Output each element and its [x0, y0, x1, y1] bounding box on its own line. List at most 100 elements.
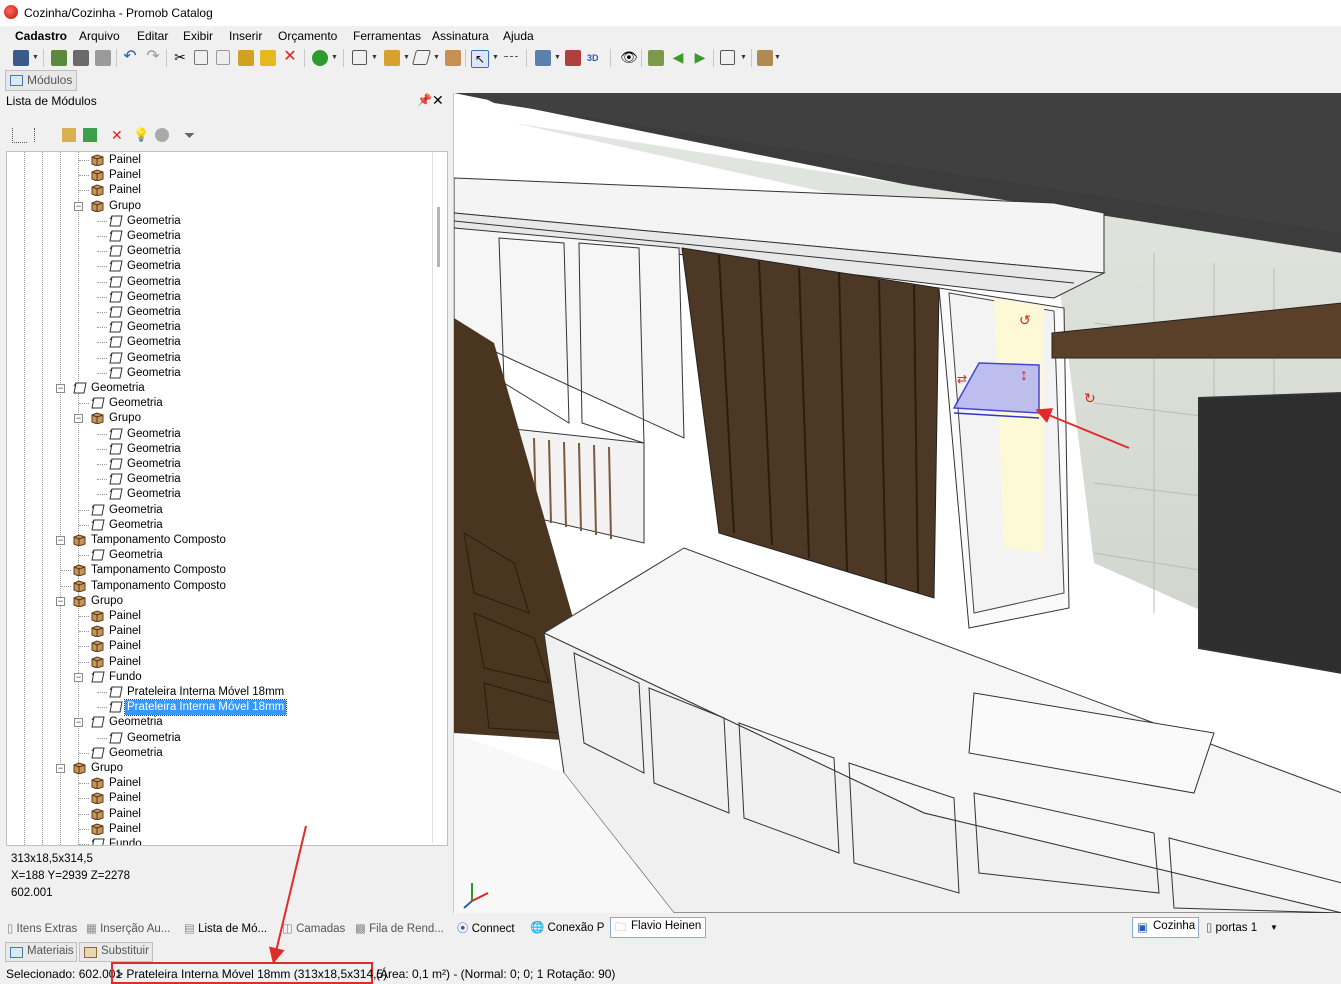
remove-icon[interactable]: ✕ — [111, 128, 125, 142]
tree-item[interactable]: Geometria — [7, 351, 432, 366]
tab-substituir[interactable]: Substituir — [79, 942, 153, 962]
menu-ferramentas[interactable]: Ferramentas — [353, 29, 421, 43]
tab-itens-extras[interactable]: ▯ Itens Extras — [7, 921, 77, 935]
tree-item[interactable]: − Grupo — [7, 199, 432, 214]
tree-item[interactable]: Tamponamento Composto — [7, 563, 432, 578]
tree-item[interactable]: Geometria — [7, 487, 432, 502]
tree-item[interactable]: − Grupo — [7, 761, 432, 776]
delete-icon[interactable]: ✕ — [282, 49, 298, 66]
tree-collapse-toggle-icon[interactable]: − — [56, 596, 65, 606]
chevron-down-icon[interactable]: ▼ — [433, 54, 440, 61]
module-tree[interactable]: Painel Painel Painel − Grupo Geometria Geometr… — [6, 151, 448, 846]
move-handle-icon[interactable]: ⇄ — [957, 372, 967, 386]
kitchen-3d-scene[interactable]: ↕ ⇄ ↻ ↺ — [454, 93, 1341, 913]
tree-item[interactable]: Geometria — [7, 335, 432, 350]
insert-module-icon[interactable] — [352, 50, 367, 65]
tree-item[interactable]: Geometria — [7, 442, 432, 457]
tree-item[interactable]: Fundo — [7, 837, 432, 845]
redo-icon[interactable]: ↷ — [145, 49, 161, 66]
tree-item[interactable]: Painel — [7, 807, 432, 822]
camera-icon[interactable] — [648, 50, 664, 66]
hammer-icon[interactable] — [238, 50, 254, 66]
view-mode-icon[interactable] — [720, 50, 735, 65]
tree-item[interactable]: Geometria — [7, 290, 432, 305]
chevron-down-icon[interactable]: ▼ — [554, 54, 561, 61]
tree-collapse-toggle-icon[interactable]: − — [56, 764, 65, 773]
tree-item[interactable]: Geometria — [7, 472, 432, 487]
chevron-down-icon[interactable]: ▼ — [371, 54, 378, 61]
menu-orcamento[interactable]: Orçamento — [278, 29, 337, 43]
tree-collapse-icon[interactable] — [34, 128, 49, 142]
cube-icon[interactable] — [757, 50, 773, 66]
undo-icon[interactable]: ↶ — [122, 49, 138, 66]
3d-viewport[interactable]: ↕ ⇄ ↻ ↺ — [453, 93, 1341, 913]
chevron-down-icon[interactable]: ▼ — [32, 54, 39, 61]
menu-ajuda[interactable]: Ajuda — [503, 29, 534, 43]
cut-icon[interactable]: ✂ — [172, 50, 188, 66]
3d-view-icon[interactable]: 3D — [587, 50, 603, 66]
modules-tab[interactable]: Módulos — [5, 70, 77, 91]
tree-item[interactable]: − Tamponamento Composto — [7, 533, 432, 548]
tree-item[interactable]: Geometria — [7, 366, 432, 381]
tab-conexao[interactable]: 🌐 Conexão P — [530, 920, 604, 934]
tab-flavio-heinen[interactable]: 🗀 Flavio Heinen — [610, 917, 706, 938]
menu-exibir[interactable]: Exibir — [183, 29, 213, 43]
tree-item[interactable]: Painel — [7, 791, 432, 806]
tree-item[interactable]: Painel — [7, 609, 432, 624]
paint-icon[interactable] — [260, 50, 276, 66]
tree-item[interactable]: Painel — [7, 153, 432, 168]
menu-cadastro[interactable]: Cadastro — [15, 29, 67, 43]
tree-item[interactable]: − Geometria — [7, 381, 432, 396]
tree-item[interactable]: Painel — [7, 624, 432, 639]
tree-collapse-toggle-icon[interactable]: − — [74, 414, 83, 424]
arrow-right-icon[interactable]: ▶ — [692, 50, 708, 66]
tree-item[interactable]: Painel — [7, 639, 432, 654]
tree-item[interactable]: Geometria — [7, 503, 432, 518]
bulb-icon[interactable]: 💡 — [133, 128, 149, 142]
rotate-top-handle-icon[interactable]: ↺ — [1019, 312, 1031, 328]
menu-arquivo[interactable]: Arquivo — [79, 29, 120, 43]
save-icon[interactable] — [13, 50, 29, 66]
tree-item[interactable]: Geometria — [7, 244, 432, 259]
resize-handle-icon[interactable]: ↕ — [1020, 367, 1028, 384]
tree-collapse-toggle-icon[interactable]: − — [56, 536, 65, 545]
tree-expand-icon[interactable] — [12, 128, 27, 143]
rotate-handle-icon[interactable]: ↻ — [1084, 390, 1096, 406]
door-icon[interactable] — [445, 50, 461, 66]
chevron-down-icon[interactable]: ▼ — [492, 54, 499, 61]
refresh-icon[interactable] — [83, 128, 97, 142]
arrow-left-icon[interactable]: ◀ — [670, 50, 686, 66]
tree-item[interactable]: Geometria — [7, 548, 432, 563]
tab-insercao[interactable]: ▦ Inserção Au... — [86, 921, 170, 935]
tab-portas[interactable]: ▯ portas 1 — [1206, 920, 1257, 934]
paste-icon[interactable] — [216, 50, 230, 65]
chevron-down-icon[interactable]: ▼ — [774, 54, 781, 61]
tree-item[interactable]: Geometria — [7, 275, 432, 290]
close-icon[interactable]: ✕ — [432, 92, 444, 109]
tree-item[interactable]: Painel — [7, 183, 432, 198]
tab-connect[interactable]: ⦿ Connect — [457, 920, 515, 936]
print-icon[interactable] — [95, 50, 111, 66]
tree-item[interactable]: Tamponamento Composto — [7, 579, 432, 594]
tabs-dropdown-icon[interactable]: ▼ — [1270, 923, 1278, 932]
open-folder-icon[interactable] — [62, 128, 76, 142]
tree-item[interactable]: Geometria — [7, 259, 432, 274]
tab-cozinha[interactable]: ▣ Cozinha — [1132, 917, 1199, 938]
tree-collapse-toggle-icon[interactable]: − — [74, 201, 83, 211]
tab-materiais[interactable]: Materiais — [5, 942, 77, 962]
pin-icon[interactable]: 📌 — [417, 93, 432, 107]
tree-item[interactable]: Geometria — [7, 746, 432, 761]
tree-item[interactable]: Geometria — [7, 396, 432, 411]
filter-icon[interactable]: ⏷ — [184, 128, 198, 142]
menu-editar[interactable]: Editar — [137, 29, 168, 43]
tree-item[interactable]: Geometria — [7, 427, 432, 442]
chevron-down-icon[interactable]: ▼ — [331, 54, 338, 61]
tab-fila-render[interactable]: ▩ Fila de Rend... — [355, 921, 444, 935]
ruler-icon[interactable] — [565, 50, 581, 66]
tree-item[interactable]: Geometria — [7, 305, 432, 320]
tree-item[interactable]: − Fundo — [7, 670, 432, 685]
search-module-icon[interactable] — [155, 128, 169, 142]
eye-icon[interactable]: 👁 — [620, 50, 638, 66]
tree-item[interactable]: Painel — [7, 776, 432, 791]
tree-item[interactable]: Geometria — [7, 229, 432, 244]
